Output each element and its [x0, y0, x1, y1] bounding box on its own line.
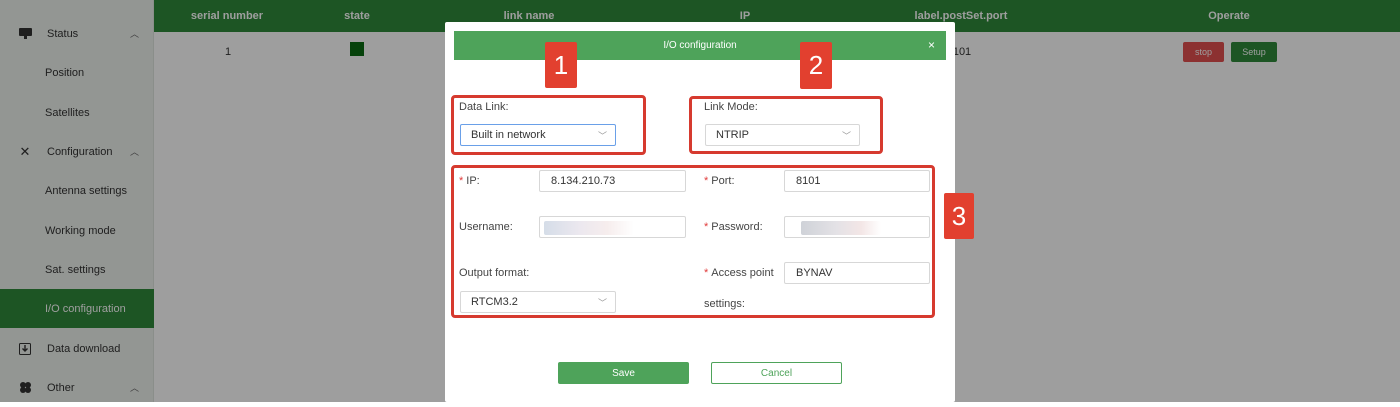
annotation-label: 2: [800, 42, 832, 89]
save-button[interactable]: Save: [558, 362, 689, 384]
close-icon[interactable]: ×: [928, 38, 935, 52]
annotation-label: 3: [944, 193, 974, 239]
annotation-label: 1: [545, 42, 577, 88]
annotation-box-link-mode: [689, 96, 883, 154]
annotation-box-data-link: [451, 95, 646, 155]
dialog-header: I/O configuration ×: [454, 31, 946, 60]
dialog-title: I/O configuration: [663, 40, 737, 51]
cancel-button[interactable]: Cancel: [711, 362, 842, 384]
annotation-box-settings: [451, 165, 935, 318]
